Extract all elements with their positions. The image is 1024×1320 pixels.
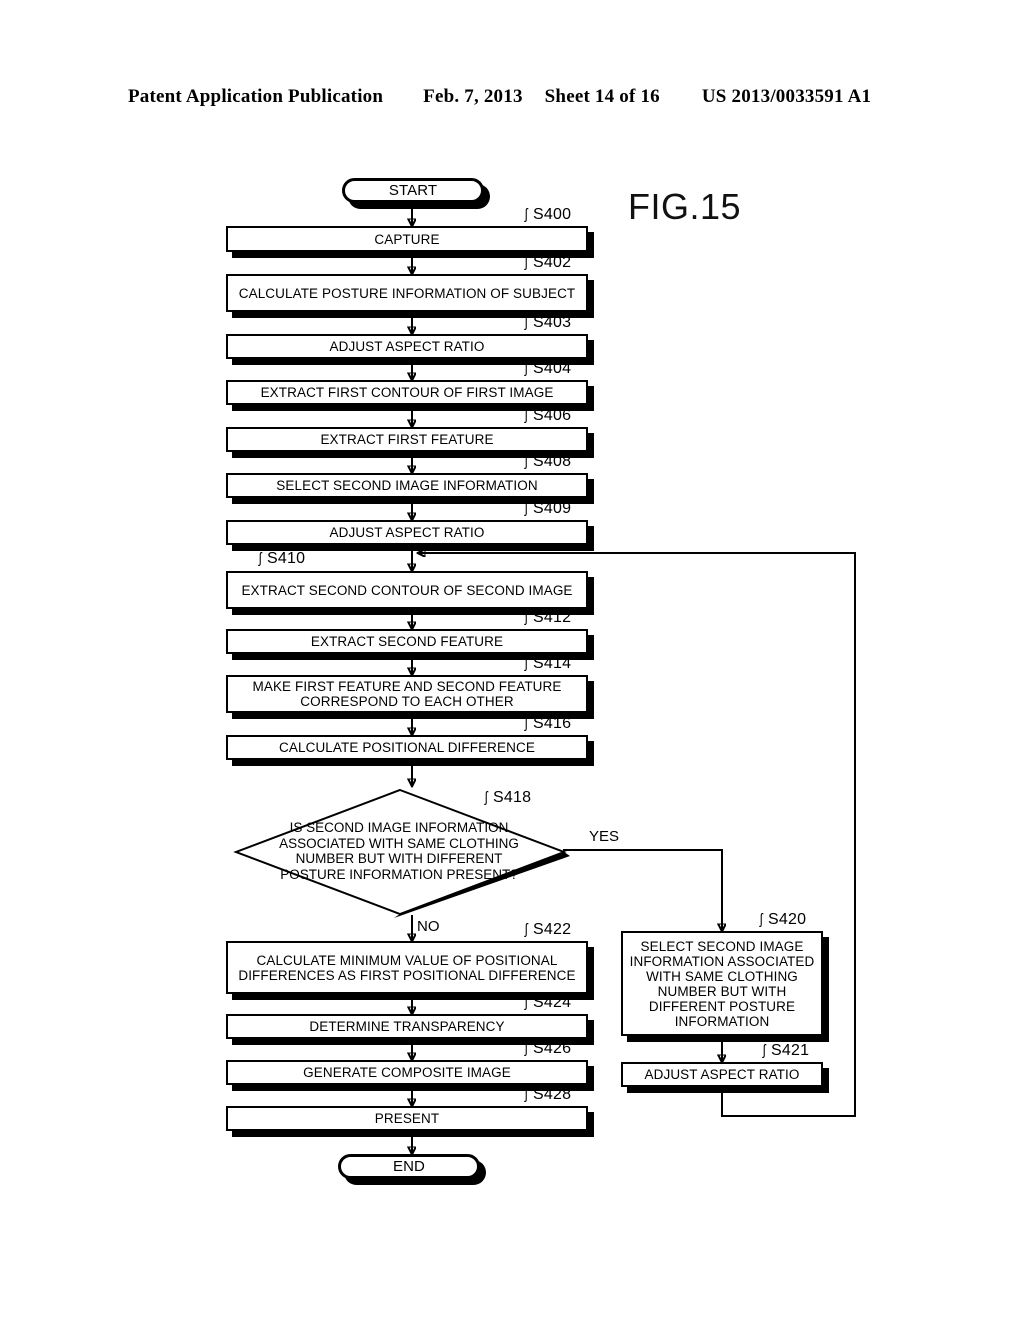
step-s416-text: CALCULATE POSITIONAL DIFFERENCE xyxy=(279,740,535,755)
step-s414-ref: ʃ S414 xyxy=(524,655,572,672)
step-s412-ref: ʃ S412 xyxy=(524,609,572,626)
step-s424-ref: ʃ S424 xyxy=(524,994,572,1011)
step-s428-ref: ʃ S428 xyxy=(524,1086,572,1103)
leader-tick-icon: ʃ xyxy=(524,655,528,672)
step-s409-text: ADJUST ASPECT RATIO xyxy=(329,525,485,540)
step-s424-text: DETERMINE TRANSPARENCY xyxy=(309,1019,505,1034)
leader-tick-icon: ʃ xyxy=(524,715,528,732)
step-s402-ref: ʃ S402 xyxy=(524,254,572,271)
step-s420-text: SELECT SECOND IMAGE INFORMATION ASSOCIAT… xyxy=(629,938,815,1029)
step-s403-text: ADJUST ASPECT RATIO xyxy=(329,339,485,354)
step-s410-ref: ʃ S410 xyxy=(258,550,306,567)
step-s421-text: ADJUST ASPECT RATIO xyxy=(644,1067,800,1082)
step-s406-node: EXTRACT FIRST FEATURE xyxy=(226,427,588,452)
step-s410-text: EXTRACT SECOND CONTOUR OF SECOND IMAGE xyxy=(241,582,573,598)
step-s428-text: PRESENT xyxy=(374,1111,440,1126)
branch-label-yes: YES xyxy=(589,828,620,845)
step-s402-node: CALCULATE POSTURE INFORMATION OF SUBJECT xyxy=(226,274,588,312)
step-s400-text: CAPTURE xyxy=(374,231,440,247)
step-s404-ref: ʃ S404 xyxy=(524,360,572,377)
leader-tick-icon: ʃ xyxy=(524,360,528,377)
step-s412-text: EXTRACT SECOND FEATURE xyxy=(310,634,504,649)
leader-tick-icon: ʃ xyxy=(524,407,528,424)
step-s414-text: MAKE FIRST FEATURE AND SECOND FEATURE CO… xyxy=(252,679,562,709)
step-s421-node: ADJUST ASPECT RATIO xyxy=(621,1062,823,1087)
leader-tick-icon: ʃ xyxy=(524,254,528,271)
step-s400-node: CAPTURE xyxy=(226,226,588,252)
step-s404-text: EXTRACT FIRST CONTOUR OF FIRST IMAGE xyxy=(260,385,554,400)
step-s422-ref: ʃ S422 xyxy=(524,921,572,938)
leader-tick-icon: ʃ xyxy=(524,609,528,626)
end-node-label: END xyxy=(393,1158,425,1175)
step-s416-node: CALCULATE POSITIONAL DIFFERENCE xyxy=(226,735,588,760)
step-s406-text: EXTRACT FIRST FEATURE xyxy=(320,432,494,447)
step-s409-node: ADJUST ASPECT RATIO xyxy=(226,520,588,545)
start-node-label: START xyxy=(388,182,438,199)
step-s404-node: EXTRACT FIRST CONTOUR OF FIRST IMAGE xyxy=(226,380,588,405)
step-s428-node: PRESENT xyxy=(226,1106,588,1131)
step-s414-node: MAKE FIRST FEATURE AND SECOND FEATURE CO… xyxy=(226,675,588,713)
start-node: START xyxy=(342,178,484,203)
leader-tick-icon: ʃ xyxy=(258,550,262,567)
step-s420-node: SELECT SECOND IMAGE INFORMATION ASSOCIAT… xyxy=(621,931,823,1036)
branch-label-no: NO xyxy=(417,918,440,935)
step-s421-ref: ʃ S421 xyxy=(762,1042,810,1059)
step-s408-node: SELECT SECOND IMAGE INFORMATION xyxy=(226,473,588,498)
leader-tick-icon: ʃ xyxy=(524,206,528,223)
leader-tick-icon: ʃ xyxy=(524,500,528,517)
step-s403-ref: ʃ S403 xyxy=(524,314,572,331)
step-s408-text: SELECT SECOND IMAGE INFORMATION xyxy=(276,478,538,493)
step-s406-ref: ʃ S406 xyxy=(524,407,572,424)
step-s418-ref: ʃ S418 xyxy=(484,789,532,806)
step-s410-node: EXTRACT SECOND CONTOUR OF SECOND IMAGE xyxy=(226,571,588,609)
end-node: END xyxy=(338,1154,480,1179)
flowchart-diagram: START CAPTURE ʃ S400 CALCULATE POSTURE IN… xyxy=(0,0,1024,1320)
step-s400-ref: ʃ S400 xyxy=(524,206,572,223)
leader-tick-icon: ʃ xyxy=(759,911,763,928)
step-s426-text: GENERATE COMPOSITE IMAGE xyxy=(303,1065,511,1080)
step-s426-node: GENERATE COMPOSITE IMAGE xyxy=(226,1060,588,1085)
step-s422-node: CALCULATE MINIMUM VALUE OF POSITIONAL DI… xyxy=(226,941,588,994)
step-s424-node: DETERMINE TRANSPARENCY xyxy=(226,1014,588,1039)
step-s426-ref: ʃ S426 xyxy=(524,1040,572,1057)
step-s402-text: CALCULATE POSTURE INFORMATION OF SUBJECT xyxy=(238,285,576,301)
step-s412-node: EXTRACT SECOND FEATURE xyxy=(226,629,588,654)
leader-tick-icon: ʃ xyxy=(524,314,528,331)
step-s408-ref: ʃ S408 xyxy=(524,453,572,470)
step-s422-text: CALCULATE MINIMUM VALUE OF POSITIONAL DI… xyxy=(238,952,576,983)
leader-tick-icon: ʃ xyxy=(484,789,488,806)
leader-tick-icon: ʃ xyxy=(762,1042,766,1059)
step-s420-ref: ʃ S420 xyxy=(759,911,807,928)
step-s403-node: ADJUST ASPECT RATIO xyxy=(226,334,588,359)
step-s416-ref: ʃ S416 xyxy=(524,715,572,732)
step-s409-ref: ʃ S409 xyxy=(524,500,572,517)
leader-tick-icon: ʃ xyxy=(524,921,528,938)
leader-tick-icon: ʃ xyxy=(524,994,528,1011)
leader-tick-icon: ʃ xyxy=(524,1086,528,1103)
leader-tick-icon: ʃ xyxy=(524,453,528,470)
leader-tick-icon: ʃ xyxy=(524,1040,528,1057)
